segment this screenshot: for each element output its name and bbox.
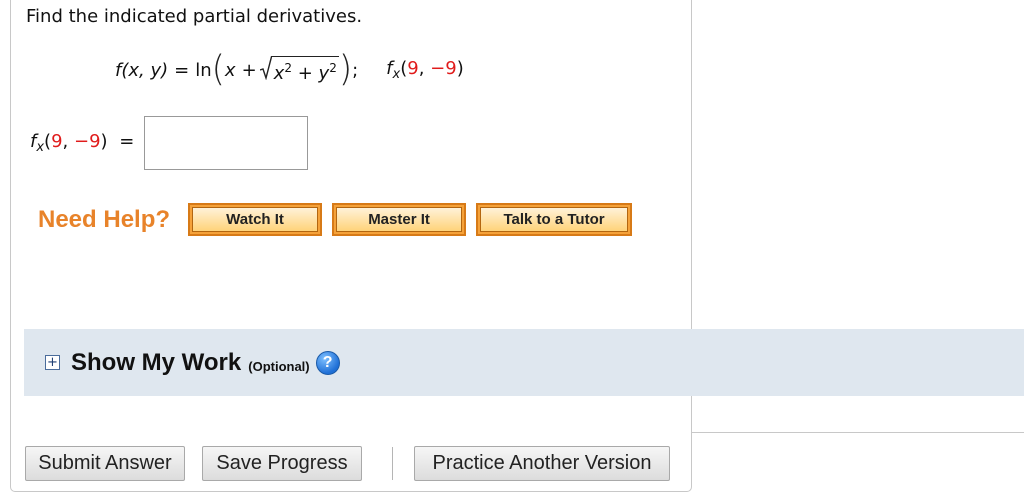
equals-sign: =	[174, 59, 190, 81]
show-my-work-bar[interactable]: + Show My Work (Optional) ?	[24, 329, 1024, 396]
function-equation: f(x, y) = ln ( x + x2 + y2 ) ; fx(9, −9)	[115, 50, 464, 90]
need-help-row: Need Help? Watch It Master It Talk to a …	[38, 203, 642, 236]
divider-line	[692, 432, 1024, 433]
talk-to-tutor-button[interactable]: Talk to a Tutor	[476, 203, 633, 236]
master-it-button[interactable]: Master It	[332, 203, 467, 236]
function-lhs: f(x, y)	[115, 59, 169, 81]
help-question-icon[interactable]: ?	[315, 350, 340, 375]
target-derivative: fx(9, −9)	[386, 58, 464, 82]
submit-answer-button[interactable]: Submit Answer	[25, 446, 185, 481]
answer-input[interactable]	[144, 116, 309, 170]
radical-sign-icon	[259, 56, 272, 80]
button-separator	[392, 447, 393, 480]
right-paren: )	[338, 48, 353, 90]
question-prompt: Find the indicated partial derivatives.	[26, 6, 363, 27]
separator: ;	[352, 59, 359, 81]
inner-x: x	[224, 59, 236, 81]
practice-another-version-button[interactable]: Practice Another Version	[414, 446, 670, 481]
need-help-label: Need Help?	[38, 205, 171, 233]
save-progress-button[interactable]: Save Progress	[202, 446, 362, 481]
answer-row: fx(9, −9) =	[30, 115, 309, 171]
square-root: x2 + y2	[259, 56, 339, 84]
answer-label: fx(9, −9) =	[30, 131, 135, 155]
watch-it-button[interactable]: Watch It	[188, 203, 323, 236]
expand-plus-icon[interactable]: +	[45, 355, 60, 370]
ln-operator: ln	[195, 59, 212, 81]
left-paren: (	[211, 48, 225, 90]
page: Find the indicated partial derivatives. …	[0, 0, 1024, 496]
plus-sign: +	[241, 59, 257, 81]
optional-label: (Optional)	[248, 358, 310, 374]
radicand: x2 + y2	[271, 56, 339, 84]
show-my-work-title[interactable]: Show My Work	[71, 349, 241, 377]
